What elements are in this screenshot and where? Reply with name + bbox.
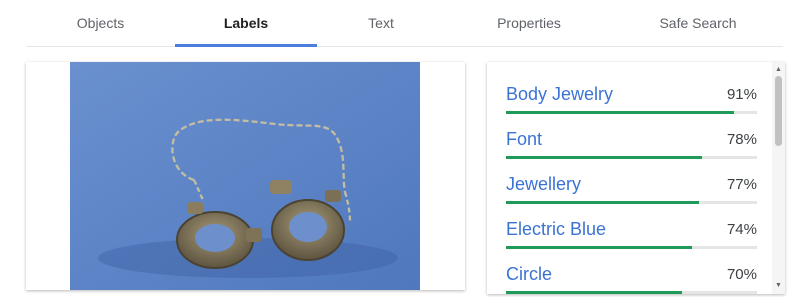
score-bar <box>506 111 757 114</box>
score-bar-fill <box>506 156 702 159</box>
score-bar-fill <box>506 201 700 204</box>
tab-safe-search[interactable]: Safe Search <box>613 0 783 47</box>
label-item[interactable]: Body Jewelry 91% <box>506 82 757 122</box>
image-preview-card <box>26 62 465 290</box>
tab-objects[interactable]: Objects <box>26 0 175 47</box>
scrollbar-thumb[interactable] <box>775 76 782 146</box>
score-bar <box>506 201 757 204</box>
scroll-up-arrow-icon[interactable]: ▲ <box>772 64 785 76</box>
label-name[interactable]: Circle <box>506 262 552 286</box>
label-score: 74% <box>726 221 757 238</box>
active-tab-indicator <box>175 44 317 47</box>
label-item[interactable]: Jewellery 77% <box>506 172 757 212</box>
shackles-photo <box>70 62 420 290</box>
label-score: 78% <box>726 131 757 148</box>
tab-text[interactable]: Text <box>317 0 445 47</box>
label-score: 91% <box>726 86 757 103</box>
score-bar <box>506 291 757 294</box>
label-name[interactable]: Body Jewelry <box>506 82 613 106</box>
scroll-down-arrow-icon[interactable]: ▼ <box>772 280 785 292</box>
tab-properties[interactable]: Properties <box>445 0 613 47</box>
score-bar-fill <box>506 111 735 114</box>
label-score: 77% <box>726 176 757 193</box>
label-name[interactable]: Font <box>506 127 542 151</box>
labels-list-card: Body Jewelry 91% Font 78% Jewellery 77% … <box>487 62 785 294</box>
label-item[interactable]: Electric Blue 74% <box>506 217 757 257</box>
tab-labels[interactable]: Labels <box>175 0 317 47</box>
score-bar-fill <box>506 291 682 294</box>
labels-scrollbar[interactable]: ▲ ▼ <box>772 62 785 294</box>
score-bar <box>506 156 757 159</box>
label-item[interactable]: Circle 70% <box>506 262 757 294</box>
label-item[interactable]: Font 78% <box>506 127 757 167</box>
score-bar <box>506 246 757 249</box>
score-bar-fill <box>506 246 692 249</box>
label-score: 70% <box>726 266 757 283</box>
label-name[interactable]: Jewellery <box>506 172 581 196</box>
label-name[interactable]: Electric Blue <box>506 217 606 241</box>
tab-bar: Objects Labels Text Properties Safe Sear… <box>26 0 783 47</box>
